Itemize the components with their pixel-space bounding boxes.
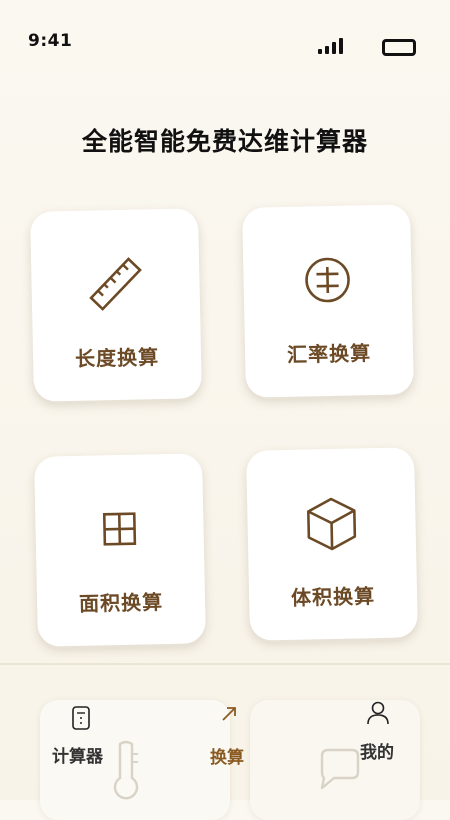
grid-icon [89,498,150,559]
chat-bubble-icon [312,742,364,794]
arrow-icon [220,705,238,723]
area-conversion-label: 面积换算 [37,585,206,618]
nav-tab-mine[interactable]: 我的 [250,700,420,820]
nav-tab-mine-label: 我的 [360,738,394,763]
length-conversion-label: 长度换算 [33,340,202,373]
page-title: 全能智能免费达维计算器 [0,122,450,158]
nav-tab-calculator-label: 计算器 [52,742,103,767]
nav-tab-convert-label[interactable]: 换算 [210,743,244,768]
currency-icon [297,249,358,310]
calculator-icon [71,705,91,731]
bottom-nav: 计算器 换算 我的 [0,665,450,800]
volume-conversion-label: 体积换算 [249,579,418,612]
nav-tab-calculator[interactable]: 计算器 [40,700,230,820]
status-time: 9:41 [28,31,72,51]
signal-icon [318,38,344,54]
cube-icon [301,492,362,553]
battery-icon [382,39,416,56]
length-conversion-card[interactable]: 长度换算 [30,208,202,401]
currency-conversion-label: 汇率换算 [245,336,414,369]
thermometer-icon [108,740,144,800]
status-bar: 9:41 [0,0,450,80]
person-icon [366,700,390,726]
ruler-icon [85,253,146,314]
area-conversion-card[interactable]: 面积换算 [34,453,206,646]
volume-conversion-card[interactable]: 体积换算 [246,447,418,640]
currency-conversion-card[interactable]: 汇率换算 [242,204,414,397]
